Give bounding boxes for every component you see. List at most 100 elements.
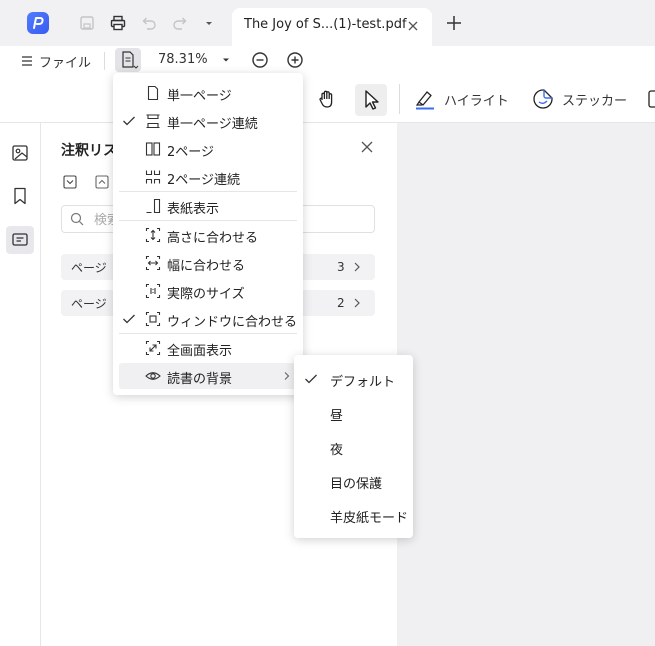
new-tab-icon[interactable]: [444, 13, 464, 33]
menu-item-reading-background[interactable]: 読書の背景: [119, 363, 297, 389]
main-toolbar: ファイル 78.31%: [0, 46, 655, 76]
thumbnail-panel-button[interactable]: [6, 139, 34, 167]
two-page-continuous-icon: [145, 170, 161, 184]
file-menu-button[interactable]: ファイル: [20, 50, 91, 72]
menu-divider: [119, 220, 297, 221]
fit-height-icon: [145, 227, 161, 243]
sticker-tool-button[interactable]: ステッカー: [532, 88, 627, 110]
menu-item-label: 単一ページ連続: [167, 117, 258, 132]
submenu-item-label: 昼: [330, 409, 344, 424]
submenu-item-label: 夜: [330, 443, 344, 458]
submenu-item-night[interactable]: 夜: [300, 434, 407, 460]
undo-icon[interactable]: [140, 14, 158, 32]
menu-item-fullscreen[interactable]: 全画面表示: [119, 335, 297, 361]
page-row-label: ページ: [71, 297, 107, 311]
menu-item-fit-window[interactable]: ウィンドウに合わせる: [119, 306, 297, 332]
zoom-out-icon[interactable]: [250, 50, 270, 70]
page-row-count: 3: [337, 260, 345, 274]
menu-item-label: 表紙表示: [167, 202, 220, 217]
check-icon: [305, 374, 317, 384]
submenu-item-label: 目の保護: [330, 477, 383, 492]
thumbnail-icon: [12, 145, 28, 161]
toolbar-divider: [399, 84, 400, 114]
chevron-right-icon: [354, 298, 360, 308]
tab-title: The Joy of S...(1)-test.pdf: [244, 17, 407, 32]
menu-item-two-page[interactable]: 2ページ: [119, 136, 297, 162]
annotation-toolbar: ハイライト ステッカー: [0, 76, 655, 123]
check-icon: [123, 314, 135, 324]
more-tool-icon[interactable]: [647, 88, 655, 110]
submenu-item-label: デフォルト: [330, 375, 396, 390]
page-view-icon: [122, 51, 139, 69]
menu-item-label: 実際のサイズ: [167, 287, 245, 302]
collapse-all-icon[interactable]: [95, 175, 109, 189]
menu-item-label: 高さに合わせる: [167, 231, 259, 246]
sticker-label: ステッカー: [562, 93, 628, 109]
menu-item-single-page[interactable]: 単一ページ: [119, 80, 297, 106]
panel-title: 注釈リス: [61, 143, 117, 159]
toolbar-divider: [104, 52, 105, 70]
eye-icon: [145, 372, 161, 380]
close-panel-icon[interactable]: [359, 139, 375, 155]
menu-item-fit-height[interactable]: 高さに合わせる: [119, 222, 297, 248]
reading-background-submenu: デフォルト 昼 夜 目の保護 羊皮紙モード: [294, 355, 413, 538]
submenu-item-parchment[interactable]: 羊皮紙モード: [300, 502, 409, 528]
document-tab[interactable]: The Joy of S...(1)-test.pdf: [232, 8, 432, 46]
document-canvas[interactable]: [397, 123, 655, 646]
annotation-panel-button[interactable]: [6, 226, 34, 254]
menu-item-label: 幅に合わせる: [167, 259, 246, 274]
menu-item-fit-width[interactable]: 幅に合わせる: [119, 250, 297, 276]
save-icon[interactable]: [78, 14, 96, 32]
zoom-dropdown-icon[interactable]: [221, 55, 231, 65]
menu-divider: [119, 191, 297, 192]
cursor-icon: [365, 90, 379, 110]
hand-tool-icon[interactable]: [316, 88, 338, 110]
fit-window-icon: [145, 311, 161, 327]
page-row-count: 2: [337, 296, 345, 310]
menu-item-cover-view[interactable]: 表紙表示: [119, 193, 297, 219]
menu-icon: [22, 56, 32, 66]
menu-item-single-page-continuous[interactable]: 単一ページ連続: [119, 108, 297, 134]
highlight-tool-button[interactable]: ハイライト: [414, 88, 509, 110]
two-page-icon: [145, 142, 161, 156]
menu-item-label: 2ページ: [167, 145, 215, 160]
submenu-item-eye-protection[interactable]: 目の保護: [300, 468, 407, 494]
app-logo-icon: [27, 12, 49, 34]
continuous-page-icon: [146, 114, 160, 129]
search-icon: [70, 212, 84, 226]
menu-item-label: ウィンドウに合わせる: [167, 315, 298, 330]
file-menu-label: ファイル: [39, 55, 92, 71]
select-tool-button[interactable]: [355, 84, 387, 116]
comment-icon: [12, 233, 28, 246]
expand-all-icon[interactable]: [63, 175, 77, 189]
menu-item-label: 2ページ連続: [167, 173, 241, 188]
redo-icon[interactable]: [171, 14, 189, 32]
fullscreen-icon: [145, 340, 161, 356]
page-row-label: ページ: [71, 261, 107, 275]
highlight-icon: [415, 91, 434, 110]
submenu-item-default[interactable]: デフォルト: [300, 366, 407, 392]
zoom-in-icon[interactable]: [285, 50, 305, 70]
zoom-level[interactable]: 78.31%: [158, 52, 208, 67]
menu-item-actual-size[interactable]: 実際のサイズ: [119, 278, 297, 304]
bookmark-panel-button[interactable]: [6, 182, 34, 210]
menu-item-label: 全画面表示: [167, 344, 233, 359]
menu-item-label: 単一ページ: [167, 89, 232, 104]
cover-page-icon: [146, 198, 161, 214]
submenu-item-label: 羊皮紙モード: [330, 511, 409, 526]
page-view-button[interactable]: [115, 48, 141, 72]
sticker-icon: [533, 89, 553, 109]
bookmark-icon: [14, 187, 26, 205]
close-tab-icon[interactable]: [404, 17, 422, 35]
menu-item-two-page-continuous[interactable]: 2ページ連続: [119, 164, 297, 190]
print-icon[interactable]: [109, 14, 127, 32]
fit-width-icon: [145, 255, 161, 271]
highlight-label: ハイライト: [444, 93, 509, 109]
check-icon: [123, 116, 135, 126]
quick-access-dropdown-icon[interactable]: [200, 14, 218, 32]
actual-size-icon: [145, 283, 161, 299]
title-bar: The Joy of S...(1)-test.pdf: [0, 0, 655, 46]
single-page-icon: [147, 85, 159, 101]
chevron-right-icon: [354, 262, 360, 272]
submenu-item-day[interactable]: 昼: [300, 400, 407, 426]
